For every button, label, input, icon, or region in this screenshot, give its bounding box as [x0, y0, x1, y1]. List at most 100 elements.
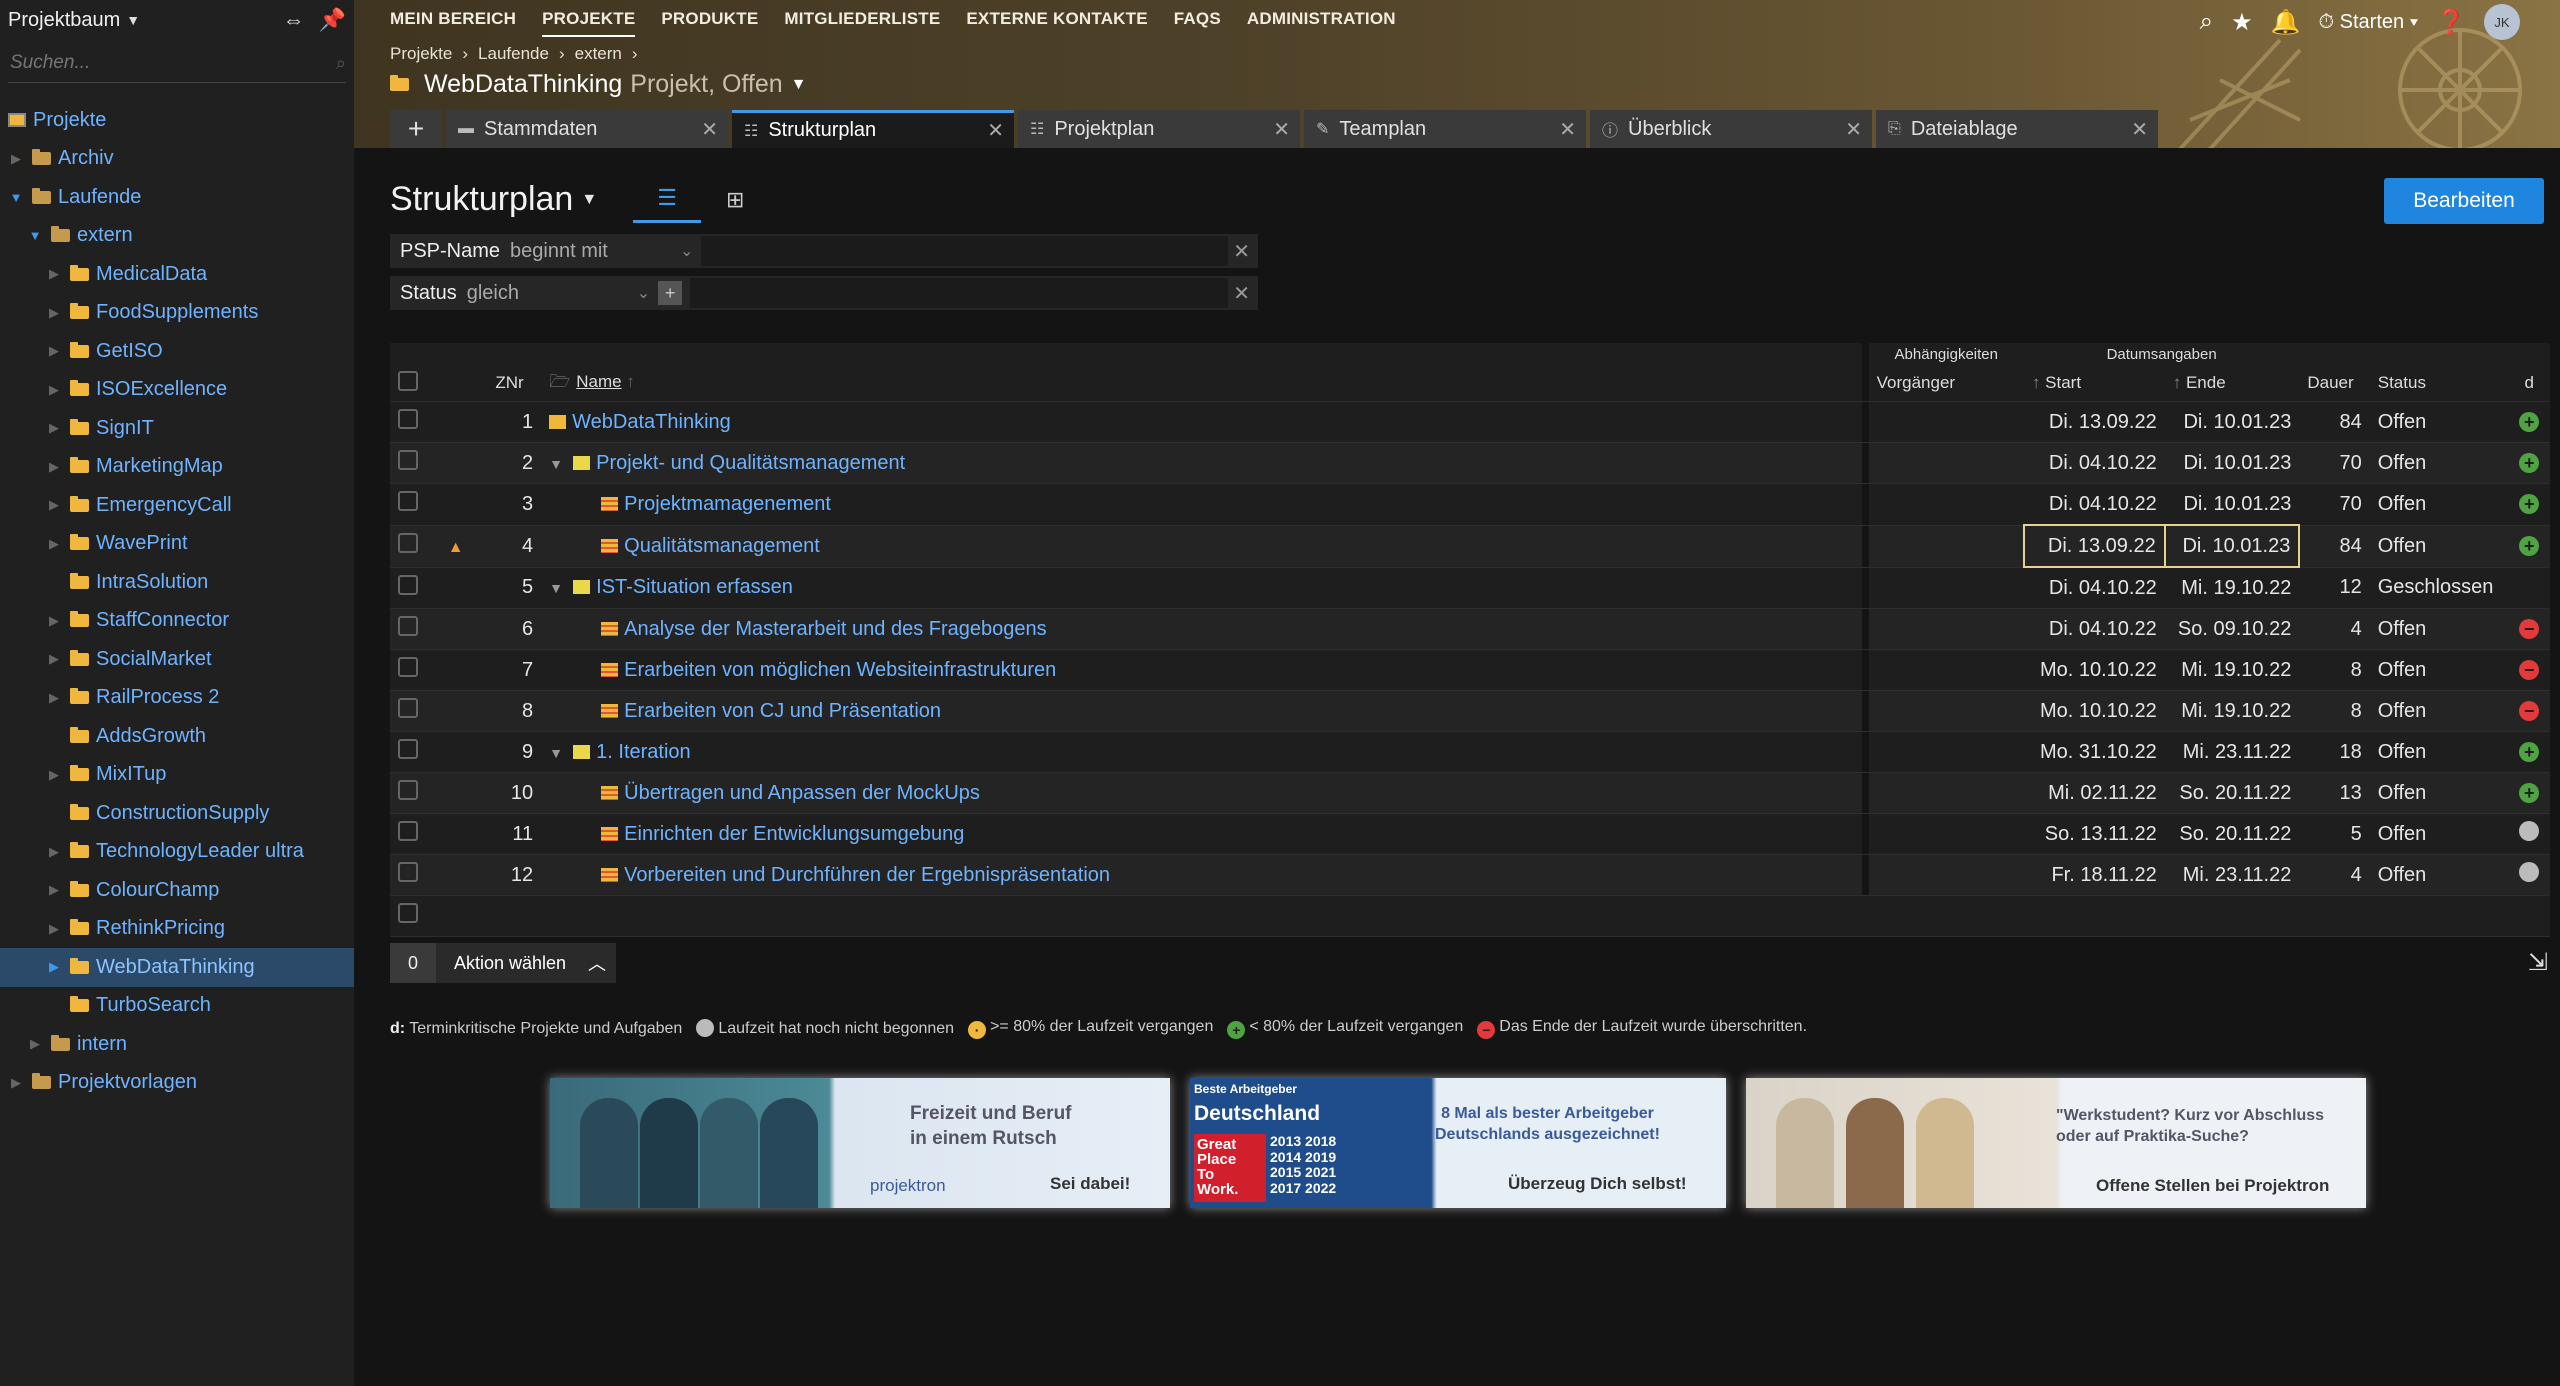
collapse-arrow-icon[interactable]: ▼ [549, 580, 567, 596]
sidebar-item-addsgrowth[interactable]: AddsGrowth [0, 717, 354, 756]
expanded-arrow-icon[interactable]: ▼ [27, 228, 43, 243]
sidebar-item-emergencycall[interactable]: ▶ EmergencyCall [0, 486, 354, 525]
sidebar-item-isoexcellence[interactable]: ▶ ISOExcellence [0, 371, 354, 410]
table-row[interactable]: 5 ▼ IST-Situation erfassen Di. 04.10.22 Mi. … [390, 567, 2550, 609]
sidebar-item-turbosearch[interactable]: TurboSearch [0, 987, 354, 1026]
help-icon[interactable]: ❓ [2436, 8, 2466, 37]
chevron-down-icon[interactable]: ▼ [126, 12, 140, 28]
sidebar-item-colourchamp[interactable]: ▶ ColourChamp [0, 871, 354, 910]
collapsed-arrow-icon[interactable]: ▶ [46, 497, 62, 513]
collapsed-arrow-icon[interactable]: ▶ [46, 651, 62, 667]
collapsed-arrow-icon[interactable]: ▶ [46, 266, 62, 282]
sidebar-item-intrasolution[interactable]: IntraSolution [0, 563, 354, 602]
view-title[interactable]: Strukturplan [390, 180, 573, 219]
collapsed-arrow-icon[interactable]: ▶ [46, 305, 62, 321]
collapsed-arrow-icon[interactable]: ▶ [46, 882, 62, 898]
banner-leisure[interactable]: Freizeit und Beruf in einem Rutsch proje… [550, 1078, 1170, 1208]
close-icon[interactable]: ✕ [1273, 117, 1290, 142]
action-select[interactable]: Aktion wählen ︿ [436, 943, 616, 983]
chevron-down-icon[interactable]: ⌄ [680, 241, 693, 261]
column-header-status[interactable]: Status [2369, 365, 2509, 402]
sidebar-item-rethinkpricing[interactable]: ▶ RethinkPricing [0, 910, 354, 949]
row-name-link[interactable]: Übertragen und Anpassen der MockUps [624, 782, 980, 804]
sidebar-item-staffconnector[interactable]: ▶ StaffConnector [0, 602, 354, 641]
sidebar-item-medicaldata[interactable]: ▶ MedicalData [0, 255, 354, 294]
column-header-name[interactable]: 🗁 Name ↑ [541, 365, 1863, 402]
table-row[interactable]: 2 ▼ Projekt- und Qualitätsmanagement Di. 04… [390, 442, 2550, 484]
collapsed-arrow-icon[interactable]: ▶ [46, 613, 62, 629]
tree-root-projekte[interactable]: Projekte [0, 101, 354, 140]
expanded-arrow-icon[interactable]: ▼ [8, 190, 24, 205]
close-icon[interactable]: ✕ [1559, 117, 1576, 142]
search-icon[interactable]: ⌕ [2200, 8, 2213, 36]
breadcrumb-item[interactable]: Laufende [478, 44, 549, 64]
collapsed-arrow-icon[interactable]: ▶ [46, 420, 62, 436]
star-icon[interactable]: ★ [2231, 8, 2253, 37]
row-name-link[interactable]: Vorbereiten und Durchführen der Ergebnis… [624, 864, 1110, 886]
table-row[interactable]: 12 Vorbereiten und Durchführen der Ergebn… [390, 854, 2550, 896]
filter-value-input[interactable] [701, 236, 1228, 266]
row-checkbox[interactable] [390, 772, 440, 814]
tab-stammdaten[interactable]: ▬ Stammdaten ✕ [446, 110, 728, 148]
export-icon[interactable]: ⇲ [2528, 948, 2548, 977]
nav-faqs[interactable]: FAQS [1174, 9, 1221, 37]
collapsed-arrow-icon[interactable]: ▶ [27, 1036, 43, 1052]
collapsed-arrow-icon[interactable]: ▶ [8, 1075, 24, 1091]
nav-mein-bereich[interactable]: MEIN BEREICH [390, 9, 516, 37]
chevron-down-icon[interactable]: ▼ [791, 76, 807, 94]
clear-filter-icon[interactable]: ✕ [1233, 239, 1250, 264]
column-header-start[interactable]: ↑ Start [2023, 365, 2165, 402]
table-row[interactable]: 3 Projektmamagenement Di. 04.10.22 Di. 10.0… [390, 483, 2550, 526]
row-checkbox[interactable] [390, 401, 440, 443]
close-icon[interactable]: ✕ [2131, 117, 2148, 142]
edit-button[interactable]: Bearbeiten [2384, 178, 2544, 224]
row-name-link[interactable]: WebDataThinking [572, 411, 731, 433]
column-header-znr[interactable]: ZNr [487, 365, 542, 402]
column-header-predecessor[interactable]: Vorgänger [1868, 365, 2024, 402]
collapsed-arrow-icon[interactable]: ▶ [46, 343, 62, 359]
sidebar-item-foodsupplements[interactable]: ▶ FoodSupplements [0, 294, 354, 333]
column-header-end[interactable]: ↑ Ende [2164, 365, 2300, 402]
sidebar-item-laufende[interactable]: ▼ Laufende [0, 178, 354, 217]
row-checkbox[interactable] [390, 731, 440, 773]
collapse-arrow-icon[interactable]: ▼ [549, 456, 567, 472]
clear-filter-icon[interactable]: ✕ [1233, 281, 1250, 306]
row-name-link[interactable]: Analyse der Masterarbeit und des Fragebo… [624, 618, 1046, 640]
close-icon[interactable]: ✕ [1845, 117, 1862, 142]
row-name-link[interactable]: Qualitätsmanagement [624, 535, 820, 557]
nav-produkte[interactable]: PRODUKTE [661, 9, 758, 37]
table-row[interactable]: 6 Analyse der Masterarbeit und des Frageb… [390, 608, 2550, 650]
table-row[interactable]: 9 ▼ 1. Iteration Mo. 31.10.22 Mi. 23.11.22 18… [390, 731, 2550, 773]
table-row[interactable]: 8 Erarbeiten von CJ und Präsentation Mo. 1… [390, 690, 2550, 732]
table-row[interactable]: ▲ 4 Qualitätsmanagement Di. 13.09.22 Di. 10.… [390, 524, 2550, 568]
row-name-link[interactable]: Erarbeiten von möglichen Websiteinfrastr… [624, 659, 1056, 681]
table-row[interactable]: 11 Einrichten der Entwicklungsumgebung So.… [390, 813, 2550, 855]
sidebar-item-mixitup[interactable]: ▶ MixITup [0, 756, 354, 795]
sidebar-item-railprocess-2[interactable]: ▶ RailProcess 2 [0, 679, 354, 718]
row-checkbox[interactable] [390, 608, 440, 650]
chevron-down-icon[interactable]: ⌄ [637, 283, 650, 303]
collapsed-arrow-icon[interactable]: ▶ [46, 767, 62, 783]
nav-projekte[interactable]: PROJEKTE [542, 9, 636, 37]
column-header-d[interactable]: d [2508, 365, 2550, 402]
search-icon[interactable]: ⌕ [336, 53, 346, 74]
close-icon[interactable]: ✕ [701, 117, 718, 142]
add-filter-value-button[interactable]: + [658, 281, 683, 305]
collapse-arrow-icon[interactable]: ▼ [549, 745, 567, 761]
collapsed-arrow-icon[interactable]: ▶ [46, 921, 62, 937]
collapse-panel-icon[interactable]: ⇔ [283, 7, 305, 33]
row-checkbox[interactable] [390, 567, 440, 609]
pin-icon[interactable]: 📌 [319, 7, 346, 33]
collapsed-arrow-icon[interactable]: ▶ [46, 459, 62, 475]
nav-externe-kontakte[interactable]: EXTERNE KONTAKTE [966, 9, 1147, 37]
avatar[interactable]: JK [2484, 4, 2520, 40]
select-all-checkbox[interactable] [390, 365, 440, 402]
tab-projektplan[interactable]: ☷ Projektplan ✕ [1018, 110, 1300, 148]
row-checkbox[interactable] [390, 442, 440, 484]
filter-operator[interactable]: beginnt mit [510, 240, 680, 263]
collapsed-arrow-icon[interactable]: ▶ [46, 536, 62, 552]
table-row[interactable]: 1 WebDataThinking Di. 13.09.22 Di. 10.01.23… [390, 401, 2550, 443]
row-name-link[interactable]: Einrichten der Entwicklungsumgebung [624, 823, 964, 845]
sidebar-item-marketingmap[interactable]: ▶ MarketingMap [0, 448, 354, 487]
start-timer-button[interactable]: ⏱ Starten ▾ [2318, 11, 2418, 34]
